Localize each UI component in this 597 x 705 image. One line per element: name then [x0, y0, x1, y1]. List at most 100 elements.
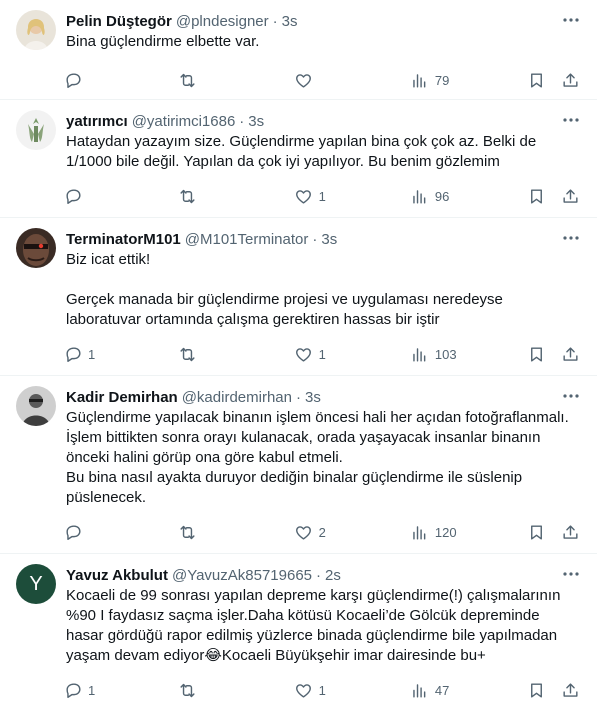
reply-button[interactable] [62, 521, 176, 543]
like-count: 1 [318, 188, 326, 204]
reply-icon [62, 185, 84, 207]
action-bar: 79 [62, 58, 581, 102]
retweet-button[interactable] [176, 69, 292, 91]
more-icon [563, 118, 579, 122]
author-name[interactable]: yatırımcı [66, 113, 128, 130]
views-button[interactable]: 79 [409, 69, 525, 91]
author-handle[interactable]: @yatirimci1686 [132, 113, 236, 130]
tweet-text: Kocaeli de 99 sonrası yapılan depreme ka… [66, 587, 565, 664]
avatar-column [16, 10, 56, 99]
share-button[interactable] [559, 69, 581, 91]
like-count: 2 [318, 524, 326, 540]
like-count: 1 [318, 346, 326, 362]
view-count: 47 [434, 682, 450, 698]
analytics-icon [409, 69, 431, 91]
share-button[interactable] [559, 521, 581, 543]
author-name[interactable]: Pelin Düştegör [66, 13, 172, 30]
reply-icon [62, 521, 84, 543]
view-count: 96 [434, 188, 450, 204]
author-handle[interactable]: @plndesigner [176, 13, 269, 30]
bookmark-button[interactable] [525, 679, 559, 701]
timestamp[interactable]: 3s [321, 231, 337, 248]
action-bar: 1 1 103 [62, 332, 581, 376]
author-name[interactable]: TerminatorM101 [66, 231, 181, 248]
more-options-button[interactable] [561, 388, 581, 404]
heart-icon [293, 185, 315, 207]
like-button[interactable]: 1 [293, 679, 409, 701]
tweet[interactable]: Pelin Düştegör @plndesigner · 3s Bina gü… [0, 0, 597, 100]
view-count: 103 [434, 346, 457, 362]
view-count: 120 [434, 524, 457, 540]
more-options-button[interactable] [561, 566, 581, 582]
retweet-button[interactable] [176, 521, 292, 543]
reply-button[interactable] [62, 69, 176, 91]
author-name[interactable]: Kadir Demirhan [66, 389, 178, 406]
author-handle[interactable]: @kadirdemirhan [182, 389, 292, 406]
timestamp[interactable]: 2s [325, 567, 341, 584]
tweet[interactable]: yatırımcı @yatirimci1686 · 3s Hataydan y… [0, 100, 597, 218]
bookmark-button[interactable] [525, 521, 559, 543]
reply-icon [62, 69, 84, 91]
share-icon [559, 69, 581, 91]
views-button[interactable]: 103 [409, 343, 525, 365]
views-button[interactable]: 47 [409, 679, 525, 701]
tweet-text: Bina güçlendirme elbette var. [66, 33, 260, 50]
tweet-text: Hataydan yazayım size. Güçlendirme yapıl… [66, 133, 541, 170]
separator-dot: · [272, 12, 278, 30]
like-button[interactable] [293, 69, 409, 91]
heart-icon [293, 521, 315, 543]
reply-count: 1 [88, 346, 96, 362]
avatar[interactable]: Y [16, 564, 56, 604]
avatar[interactable] [16, 386, 56, 426]
views-button[interactable]: 120 [409, 521, 525, 543]
avatar-column [16, 386, 56, 553]
timestamp[interactable]: 3s [305, 389, 321, 406]
more-options-button[interactable] [561, 230, 581, 246]
reply-button[interactable] [62, 185, 176, 207]
timestamp[interactable]: 3s [248, 113, 264, 130]
author-name[interactable]: Yavuz Akbulut [66, 567, 168, 584]
share-icon [559, 343, 581, 365]
author-handle[interactable]: @YavuzAk85719665 [172, 567, 312, 584]
tweet[interactable]: TerminatorM101 @M101Terminator · 3s Biz … [0, 218, 597, 376]
like-button[interactable]: 1 [293, 185, 409, 207]
avatar[interactable] [16, 10, 56, 50]
tweet-text: Biz icat ettik! Gerçek manada bir güçlen… [66, 251, 503, 328]
reply-icon [62, 343, 84, 365]
analytics-icon [409, 521, 431, 543]
author-handle[interactable]: @M101Terminator [185, 231, 309, 248]
share-button[interactable] [559, 343, 581, 365]
bookmark-button[interactable] [525, 69, 559, 91]
timestamp[interactable]: 3s [282, 13, 298, 30]
share-button[interactable] [559, 185, 581, 207]
more-options-button[interactable] [561, 12, 581, 28]
share-button[interactable] [559, 679, 581, 701]
reply-icon [62, 679, 84, 701]
tweet[interactable]: Kadir Demirhan @kadirdemirhan · 3s Güçle… [0, 376, 597, 554]
retweet-button[interactable] [176, 343, 292, 365]
view-count: 79 [434, 72, 450, 88]
retweet-button[interactable] [176, 679, 292, 701]
action-bar: 1 96 [62, 174, 581, 218]
views-button[interactable]: 96 [409, 185, 525, 207]
tweet[interactable]: Y Yavuz Akbulut @YavuzAk85719665 · 2s Ko… [0, 554, 597, 705]
separator-dot: · [295, 388, 301, 406]
retweet-button[interactable] [176, 185, 292, 207]
tweet-text: Güçlendirme yapılacak binanın işlem önce… [66, 409, 569, 506]
more-options-button[interactable] [561, 112, 581, 128]
like-button[interactable]: 2 [293, 521, 409, 543]
avatar[interactable] [16, 110, 56, 150]
more-icon [563, 572, 579, 576]
action-bar: 2 120 [62, 510, 581, 554]
share-icon [559, 185, 581, 207]
analytics-icon [409, 185, 431, 207]
bookmark-button[interactable] [525, 185, 559, 207]
reply-button[interactable]: 1 [62, 679, 176, 701]
reply-button[interactable]: 1 [62, 343, 176, 365]
separator-dot: · [239, 112, 245, 130]
avatar[interactable] [16, 228, 56, 268]
heart-icon [293, 679, 315, 701]
heart-icon [293, 343, 315, 365]
like-button[interactable]: 1 [293, 343, 409, 365]
bookmark-button[interactable] [525, 343, 559, 365]
